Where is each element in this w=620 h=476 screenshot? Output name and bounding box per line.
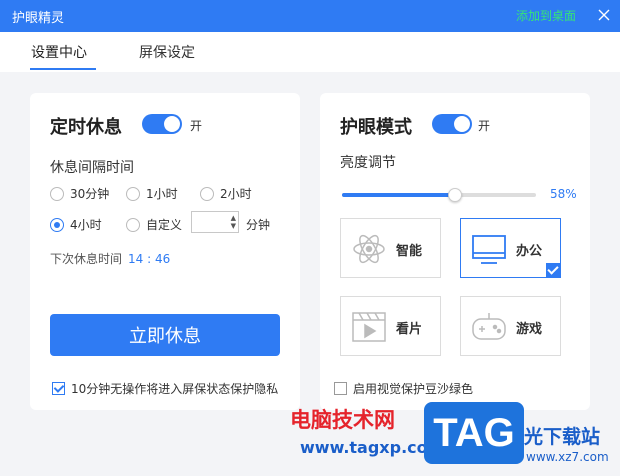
brightness-label: 亮度调节 xyxy=(340,155,396,171)
close-icon[interactable] xyxy=(596,7,612,23)
radio-label: 30分钟 xyxy=(70,187,110,201)
radio-dot xyxy=(50,186,64,201)
rest-card-title: 定时休息 xyxy=(50,117,122,138)
mode-label: 办公 xyxy=(516,244,543,259)
eye-card-title: 护眼模式 xyxy=(340,117,412,138)
rest-toggle[interactable] xyxy=(142,114,182,134)
bean-green-checkbox[interactable]: 启用视觉保护豆沙绿色 xyxy=(334,380,473,397)
mode-movie[interactable]: 看片 xyxy=(340,296,441,356)
screensaver-privacy-checkbox[interactable]: 10分钟无操作将进入屏保状态保护隐私 xyxy=(52,380,278,397)
radio-label: 4小时 xyxy=(70,218,102,232)
mode-label: 看片 xyxy=(396,322,423,337)
tab-bar: 设置中心 屏保设定 xyxy=(0,32,620,72)
atom-icon xyxy=(351,231,387,267)
radio-2hour[interactable]: 2小时 xyxy=(200,185,252,202)
tag-logo: TAG xyxy=(424,402,524,464)
selected-check-icon xyxy=(546,263,560,277)
interval-label: 休息间隔时间 xyxy=(50,160,134,176)
radio-30min[interactable]: 30分钟 xyxy=(50,185,109,202)
add-to-desktop-link[interactable]: 添加到桌面 xyxy=(516,7,576,24)
checkbox-label: 启用视觉保护豆沙绿色 xyxy=(353,382,474,396)
radio-4hour[interactable]: 4小时 xyxy=(50,216,102,233)
rest-now-button[interactable]: 立即休息 xyxy=(50,314,280,356)
radio-label: 1小时 xyxy=(146,187,178,201)
monitor-icon xyxy=(471,231,507,267)
radio-label: 自定义 xyxy=(146,218,183,232)
title-bar: 护眼精灵 添加到桌面 xyxy=(0,0,620,32)
radio-dot-selected xyxy=(50,217,64,232)
app-title: 护眼精灵 xyxy=(12,11,65,26)
next-rest-label: 下次休息时间 xyxy=(50,252,123,266)
mode-smart[interactable]: 智能 xyxy=(340,218,441,278)
radio-1hour[interactable]: 1小时 xyxy=(126,185,178,202)
gamepad-icon xyxy=(471,309,507,345)
site-url: www.xz7.com xyxy=(526,450,609,464)
watermark-url: www.tagxp.com xyxy=(300,438,445,457)
radio-custom[interactable]: 自定义 xyxy=(126,216,182,233)
radio-label: 2小时 xyxy=(220,187,252,201)
radio-dot xyxy=(126,186,140,201)
next-rest-time: 14 : 46 xyxy=(128,252,171,266)
mode-office[interactable]: 办公 xyxy=(460,218,561,278)
brightness-slider-handle[interactable] xyxy=(448,188,462,202)
watermark-text: 电脑技术网 xyxy=(290,408,395,432)
checkbox-unchecked xyxy=(334,382,347,395)
site-name: 光下载站 xyxy=(524,426,601,448)
active-tab-indicator xyxy=(30,68,96,70)
brightness-slider[interactable] xyxy=(342,188,536,202)
next-rest-info: 下次休息时间 14 : 46 xyxy=(50,250,170,267)
eye-toggle-label: 开 xyxy=(478,119,491,133)
tab-settings-center[interactable]: 设置中心 xyxy=(31,42,87,62)
radio-dot xyxy=(200,186,214,201)
mode-label: 游戏 xyxy=(516,322,543,337)
stepper-arrows-icon[interactable]: ▲ ▼ xyxy=(231,214,236,230)
checkbox-checked xyxy=(52,382,65,395)
film-icon xyxy=(351,309,387,345)
brightness-slider-fill xyxy=(342,193,455,197)
checkbox-label: 10分钟无操作将进入屏保状态保护隐私 xyxy=(71,382,279,396)
brightness-value: 58% xyxy=(550,187,577,201)
rest-toggle-label: 开 xyxy=(190,119,203,133)
custom-minutes-stepper[interactable]: ▲ ▼ xyxy=(191,211,239,233)
mode-label: 智能 xyxy=(396,244,423,259)
mode-game[interactable]: 游戏 xyxy=(460,296,561,356)
eye-toggle[interactable] xyxy=(432,114,472,134)
radio-dot xyxy=(126,217,140,232)
tab-screensaver[interactable]: 屏保设定 xyxy=(139,42,195,62)
custom-unit-label: 分钟 xyxy=(246,218,271,232)
